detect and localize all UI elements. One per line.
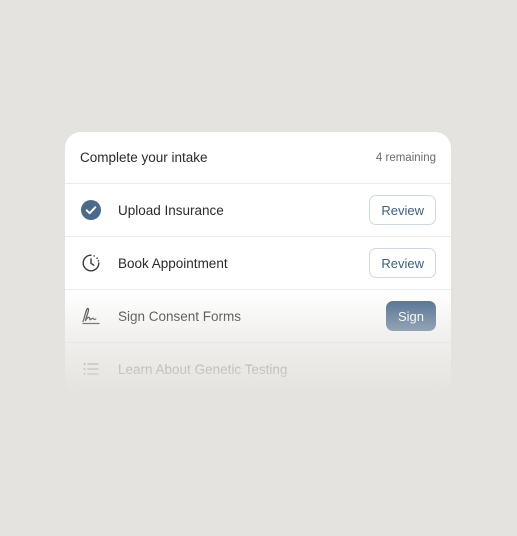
task-row-upload-insurance: Upload Insurance Review bbox=[65, 184, 451, 237]
intake-card: Complete your intake 4 remaining Upload … bbox=[65, 132, 451, 392]
task-row-sign-consent-forms: Sign Consent Forms Sign bbox=[65, 290, 451, 343]
card-header: Complete your intake 4 remaining bbox=[65, 132, 451, 184]
check-circle-icon bbox=[80, 199, 102, 221]
task-label: Sign Consent Forms bbox=[118, 308, 242, 324]
task-row-genetic-testing[interactable]: Learn About Genetic Testing bbox=[65, 343, 451, 392]
sign-button[interactable]: Sign bbox=[385, 301, 436, 331]
remaining-count: 4 remaining bbox=[375, 151, 436, 164]
card-title: Complete your intake bbox=[80, 150, 208, 165]
list-icon bbox=[80, 358, 102, 380]
review-button[interactable]: Review bbox=[369, 248, 436, 278]
task-label: Learn About Genetic Testing bbox=[118, 361, 288, 377]
task-label: Book Appointment bbox=[118, 255, 228, 271]
signature-icon bbox=[80, 305, 102, 327]
task-label: Upload Insurance bbox=[118, 202, 224, 218]
task-row-book-appointment: Book Appointment Review bbox=[65, 237, 451, 290]
review-button[interactable]: Review bbox=[369, 195, 436, 225]
clock-icon bbox=[80, 252, 102, 274]
